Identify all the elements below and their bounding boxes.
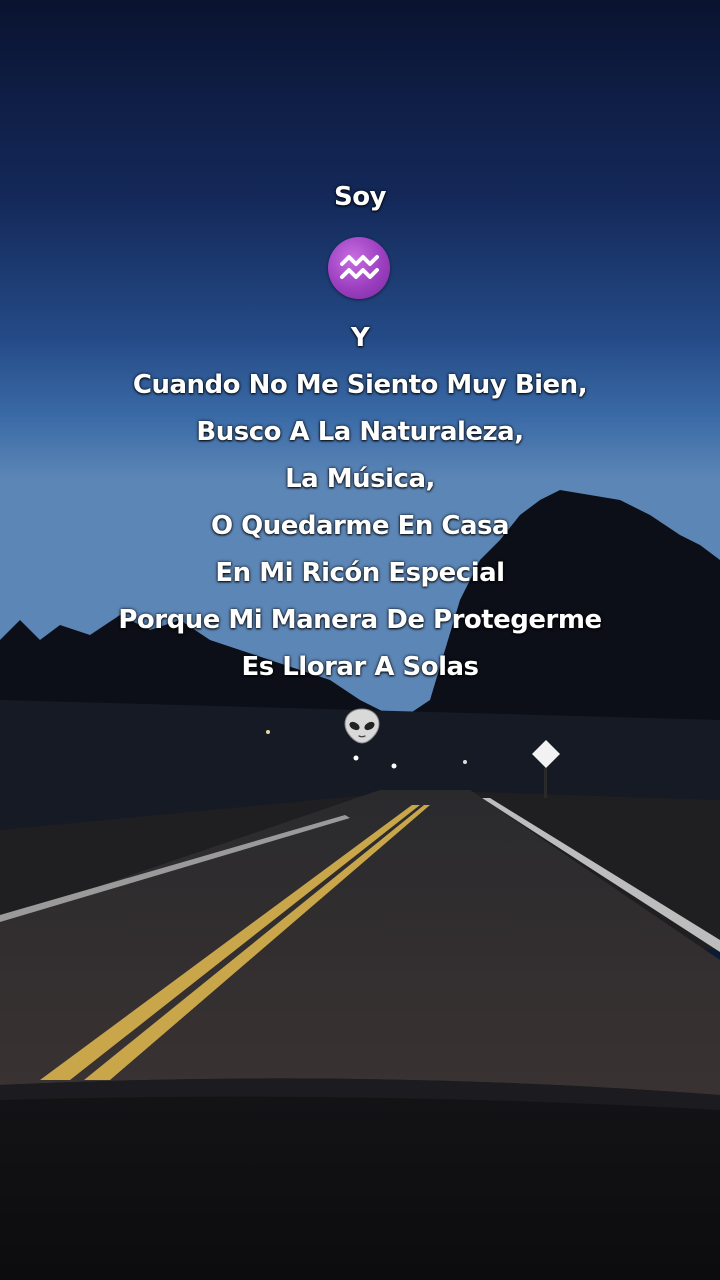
alien-icon xyxy=(342,706,382,746)
caption-line: Porque Mi Manera De Protegerme xyxy=(118,605,602,635)
caption-line: Es Llorar A Solas xyxy=(241,652,479,682)
aquarius-icon xyxy=(328,237,390,299)
caption-line: En Mi Ricón Especial xyxy=(215,558,505,588)
caption-line: La Música, xyxy=(285,464,435,494)
caption-line: Y xyxy=(350,323,370,353)
caption-line: Soy xyxy=(333,182,387,212)
caption-overlay: Soy Y Cuando No Me Siento Muy Bien, Busc… xyxy=(0,0,720,1280)
caption-line: O Quedarme En Casa xyxy=(210,511,510,541)
caption-line: Busco A La Naturaleza, xyxy=(196,417,524,447)
caption-line: Cuando No Me Siento Muy Bien, xyxy=(132,370,588,400)
